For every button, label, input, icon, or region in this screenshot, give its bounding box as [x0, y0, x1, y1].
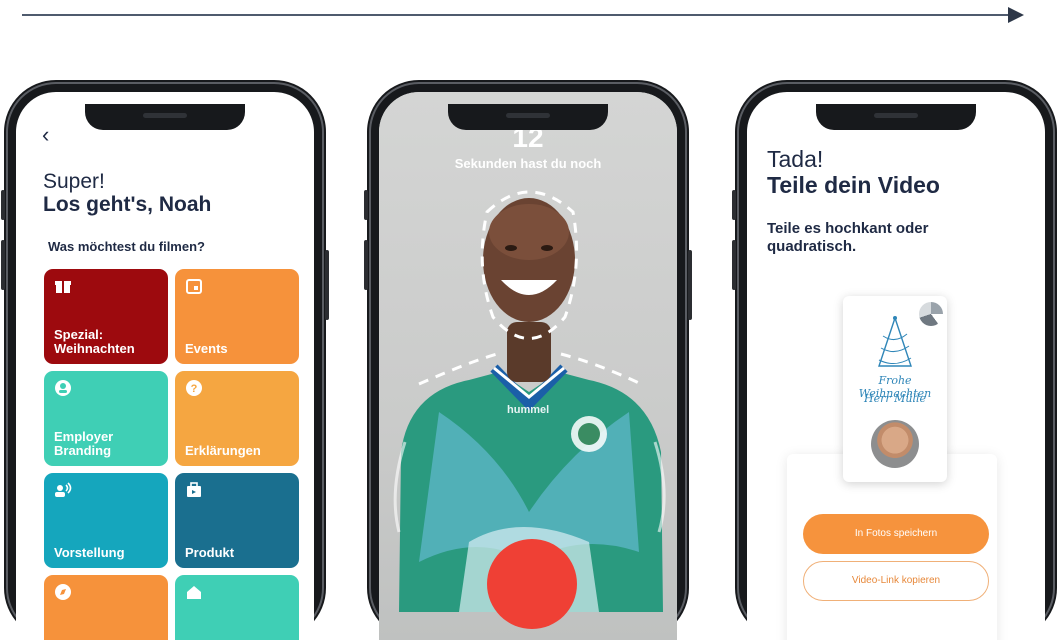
phone-1-screen: ‹ Super! Los geht's, Noah Was möchtest d…: [16, 92, 314, 640]
phone-2-frame: hummel 12 Sekunden hast du noch: [364, 80, 692, 640]
phone-notch: [816, 104, 976, 130]
tile-label: Events: [185, 341, 228, 356]
compass-icon: [54, 583, 72, 601]
save-to-photos-button[interactable]: In Fotos speichern: [803, 514, 989, 554]
tile-label: Spezial: Weihnachten: [54, 327, 135, 356]
tile-label: Vorstellung: [54, 545, 125, 560]
phone-notch: [85, 104, 245, 130]
jersey-brand-text: hummel: [507, 404, 550, 416]
camera-view: hummel 12 Sekunden hast du noch: [379, 92, 677, 640]
tile-more-1[interactable]: [44, 575, 168, 640]
back-button[interactable]: ‹: [42, 122, 49, 148]
speaker-icon: [54, 481, 72, 499]
record-button[interactable]: [487, 539, 577, 629]
christmas-tree-icon: [878, 315, 912, 367]
phone-1-frame: ‹ Super! Los geht's, Noah Was möchtest d…: [1, 80, 329, 640]
progress-arrow-line: [22, 14, 1012, 16]
arrow-right-icon: [1008, 7, 1024, 23]
tile-spezial-weihnachten[interactable]: Spezial: Weihnachten: [44, 269, 168, 364]
avatar: [871, 420, 919, 468]
page-title: Los geht's, Noah: [43, 193, 212, 216]
chevron-left-icon: ‹: [42, 122, 50, 147]
success-heading: Tada!: [767, 146, 824, 172]
countdown-label: Sekunden hast du noch: [454, 156, 602, 171]
home-icon: [185, 583, 203, 601]
phone-3-frame: Tada! Teile dein Video Teile es hochkant…: [732, 80, 1057, 640]
tile-employer-branding[interactable]: Employer Branding: [44, 371, 168, 466]
video-preview-card[interactable]: Frohe Weihnachten Herr Mülle: [843, 296, 947, 482]
question-label: Was möchtest du filmen?: [48, 239, 205, 254]
tile-label: Employer Branding: [54, 429, 114, 458]
svg-text:?: ?: [191, 383, 198, 395]
copy-video-link-button[interactable]: Video-Link kopieren: [803, 561, 989, 601]
tile-vorstellung[interactable]: Vorstellung: [44, 473, 168, 568]
share-instructions: Teile es hochkant oder quadratisch.: [767, 220, 929, 255]
tile-events[interactable]: Events: [175, 269, 299, 364]
phone-notch: [448, 104, 608, 130]
tile-produkt[interactable]: Produkt: [175, 473, 299, 568]
page-title: Teile dein Video: [767, 172, 940, 198]
tile-more-2[interactable]: [175, 575, 299, 640]
tile-label: Produkt: [185, 545, 235, 560]
card-recipient: Herr Mülle: [863, 392, 926, 405]
product-box-icon: [185, 481, 203, 499]
help-icon: ?: [185, 379, 203, 397]
calendar-icon: [185, 277, 203, 295]
gift-icon: [54, 277, 72, 295]
greeting-text: Super!: [43, 170, 105, 193]
user-icon: [54, 379, 72, 397]
tile-erklaerungen[interactable]: ? Erklärungen: [175, 371, 299, 466]
tile-label: Erklärungen: [185, 443, 261, 458]
phone-3-screen: Tada! Teile dein Video Teile es hochkant…: [747, 92, 1045, 640]
